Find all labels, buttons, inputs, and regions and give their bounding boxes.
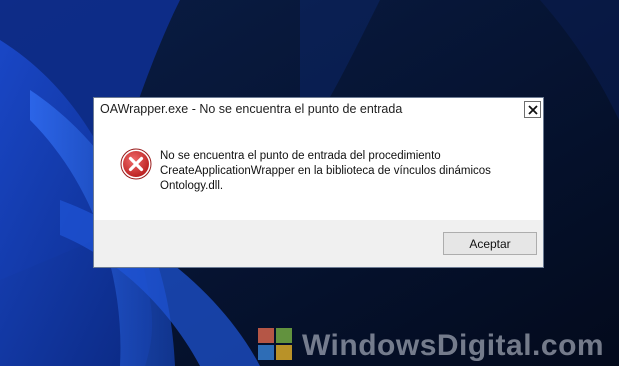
dialog-title: OAWrapper.exe - No se encuentra el punto… [100, 102, 403, 116]
close-button[interactable] [524, 101, 541, 118]
error-dialog: OAWrapper.exe - No se encuentra el punto… [93, 97, 544, 268]
error-message: No se encuentra el punto de entrada del … [160, 149, 535, 194]
message-line: Ontology.dll. [160, 180, 224, 192]
dialog-titlebar[interactable]: OAWrapper.exe - No se encuentra el punto… [94, 98, 543, 122]
message-line: No se encuentra el punto de entrada del … [160, 150, 441, 162]
message-line: CreateApplicationWrapper en la bibliotec… [160, 165, 491, 177]
windows-logo-icon [258, 328, 292, 360]
dialog-footer: Aceptar [94, 220, 543, 267]
dialog-content: No se encuentra el punto de entrada del … [94, 122, 543, 220]
close-icon [527, 104, 538, 115]
watermark: WindowsDigital.com [258, 326, 619, 364]
watermark-text: WindowsDigital.com [302, 329, 605, 362]
error-icon [120, 148, 152, 180]
accept-button[interactable]: Aceptar [443, 232, 537, 255]
